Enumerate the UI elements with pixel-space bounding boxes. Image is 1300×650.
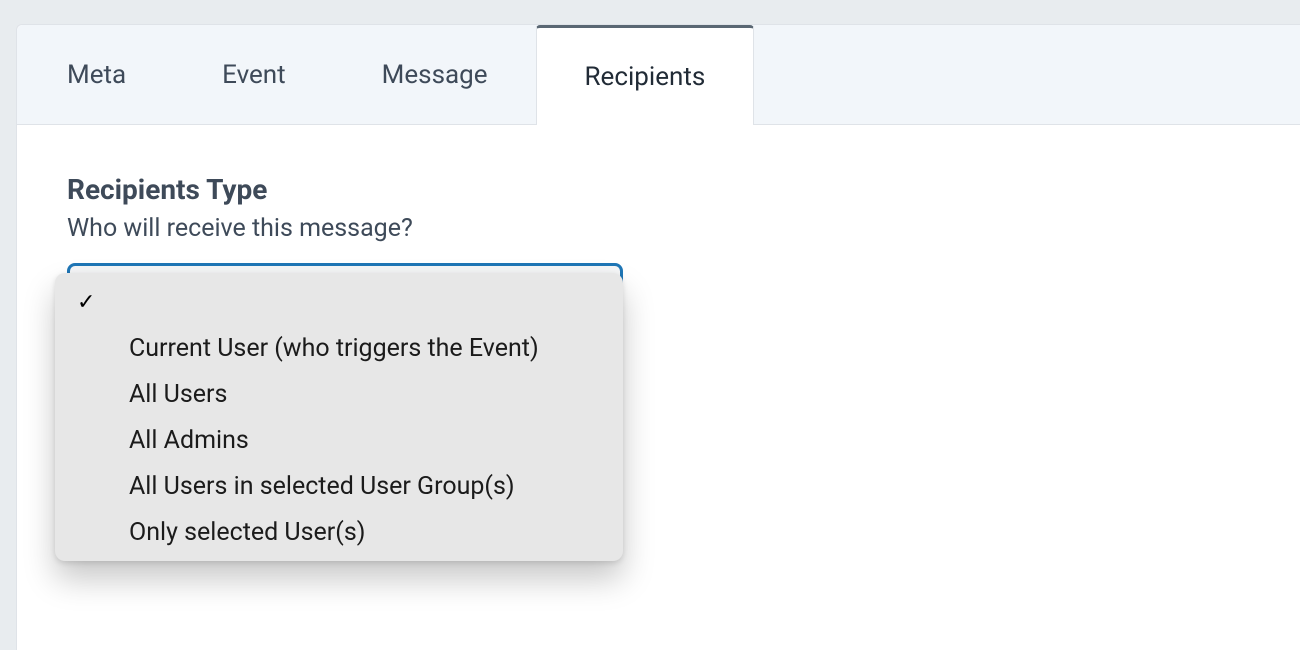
- recipients-panel: Recipients Type Who will receive this me…: [17, 125, 1300, 371]
- tab-label: Message: [382, 60, 488, 90]
- recipients-type-dropdown: ✓ Current User (who triggers the Event) …: [55, 273, 623, 561]
- option-label: All Users: [103, 380, 227, 409]
- section-help: Who will receive this message?: [67, 214, 1250, 243]
- option-label: Current User (who triggers the Event): [103, 334, 539, 363]
- option-user-groups[interactable]: All Users in selected User Group(s): [55, 463, 623, 509]
- tab-recipients[interactable]: Recipients: [536, 25, 755, 125]
- option-all-users[interactable]: All Users: [55, 371, 623, 417]
- tab-label: Event: [222, 60, 286, 90]
- tab-message[interactable]: Message: [334, 25, 536, 124]
- settings-card: Meta Event Message Recipients Recipients…: [16, 24, 1300, 650]
- recipients-type-field: ✓ Current User (who triggers the Event) …: [67, 263, 623, 323]
- option-blank[interactable]: ✓: [55, 279, 623, 325]
- option-label: All Admins: [103, 426, 249, 455]
- tab-event[interactable]: Event: [174, 25, 334, 124]
- tab-label: Recipients: [585, 62, 706, 92]
- tab-meta[interactable]: Meta: [17, 25, 174, 124]
- tab-bar: Meta Event Message Recipients: [17, 25, 1300, 125]
- option-label: Only selected User(s): [103, 518, 365, 547]
- option-label: All Users in selected User Group(s): [103, 472, 515, 501]
- check-icon: ✓: [77, 290, 103, 315]
- option-current-user[interactable]: Current User (who triggers the Event): [55, 325, 623, 371]
- tab-label: Meta: [67, 60, 126, 90]
- section-title: Recipients Type: [67, 173, 1250, 206]
- option-all-admins[interactable]: All Admins: [55, 417, 623, 463]
- option-selected-users[interactable]: Only selected User(s): [55, 509, 623, 555]
